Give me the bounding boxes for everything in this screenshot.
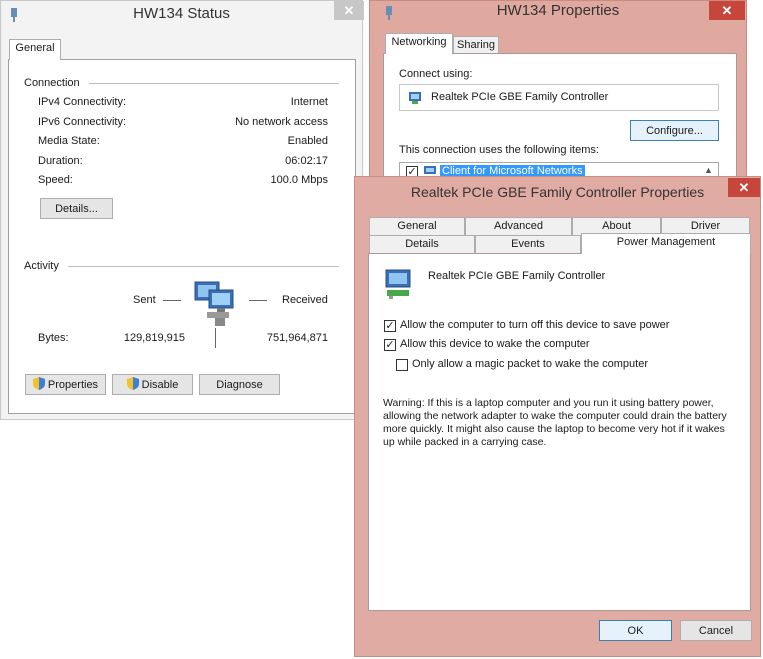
magic-packet-checkbox[interactable]	[396, 359, 408, 371]
properties-window: HW134 Properties ✕ Networking Sharing Co…	[369, 0, 747, 203]
adapter-titlebar[interactable]: Realtek PCIe GBE Family Controller Prope…	[355, 177, 760, 207]
bytes-sent-value: 129,819,915	[123, 332, 185, 344]
media-state-value: Enabled	[287, 135, 328, 147]
bytes-label: Bytes:	[38, 332, 69, 344]
tab-details[interactable]: Details	[369, 235, 475, 253]
bytes-received-value: 751,964,871	[266, 332, 328, 344]
details-button[interactable]: Details...	[40, 198, 113, 219]
network-activity-icon	[193, 278, 237, 331]
activity-separator	[68, 266, 339, 267]
received-line	[249, 300, 267, 301]
status-window: HW134 Status ✕ General Connection IPv4 C…	[0, 0, 364, 420]
tab-general[interactable]: General	[9, 39, 61, 60]
status-close-button[interactable]: ✕	[334, 1, 364, 20]
status-window-title: HW134 Status	[133, 5, 230, 22]
cancel-button[interactable]: Cancel	[680, 620, 752, 641]
allow-turn-off-checkbox[interactable]: ✓	[384, 320, 396, 332]
activity-heading: Activity	[24, 260, 59, 272]
adapter-window-title: Realtek PCIe GBE Family Controller Prope…	[410, 184, 705, 200]
connect-using-label: Connect using:	[399, 68, 473, 80]
close-icon: ✕	[721, 2, 733, 18]
network-adapter-icon	[408, 91, 422, 108]
tab-power-management[interactable]: Power Management	[581, 233, 751, 254]
status-panel: Connection IPv4 Connectivity: Internet I…	[8, 59, 356, 414]
warning-text: Warning: If this is a laptop computer an…	[383, 397, 727, 448]
duration-label: Duration:	[38, 155, 83, 167]
disable-button[interactable]: Disable	[112, 374, 193, 395]
ipv6-label: IPv6 Connectivity:	[38, 116, 127, 128]
diagnose-button[interactable]: Diagnose	[199, 374, 280, 395]
close-icon: ✕	[343, 2, 355, 18]
speed-label: Speed:	[38, 174, 73, 186]
scroll-up-icon[interactable]: ▲	[704, 165, 713, 175]
configure-button[interactable]: Configure...	[630, 120, 719, 141]
tab-sharing[interactable]: Sharing	[453, 36, 499, 54]
speed-value: 100.0 Mbps	[270, 174, 328, 186]
properties-button[interactable]: Properties	[25, 374, 106, 395]
allow-wake-label[interactable]: Allow this device to wake the computer	[400, 338, 590, 350]
sent-label: Sent	[133, 294, 156, 306]
allow-turn-off-label[interactable]: Allow the computer to turn off this devi…	[400, 319, 669, 331]
ipv4-label: IPv4 Connectivity:	[38, 96, 127, 108]
power-management-panel: Realtek PCIe GBE Family Controller ✓ All…	[368, 253, 751, 611]
connection-separator	[89, 83, 339, 84]
disable-button-label: Disable	[141, 378, 179, 391]
items-label: This connection uses the following items…	[399, 144, 599, 156]
connection-heading: Connection	[24, 77, 80, 89]
magic-packet-label[interactable]: Only allow a magic packet to wake the co…	[412, 358, 648, 370]
adapter-field: Realtek PCIe GBE Family Controller	[399, 84, 719, 111]
sent-line	[163, 300, 181, 301]
properties-titlebar[interactable]: HW134 Properties ✕	[370, 1, 746, 31]
ipv4-value: Internet	[290, 96, 328, 108]
media-state-label: Media State:	[38, 135, 100, 147]
adapter-properties-window: Realtek PCIe GBE Family Controller Prope…	[354, 176, 761, 657]
tab-events[interactable]: Events	[475, 235, 581, 253]
adapter-close-button[interactable]: ✕	[728, 178, 760, 197]
tab-advanced[interactable]: Advanced	[465, 217, 572, 235]
ok-button[interactable]: OK	[599, 620, 672, 641]
network-adapter-icon	[383, 268, 415, 303]
properties-button-label: Properties	[47, 378, 99, 391]
device-name: Realtek PCIe GBE Family Controller	[428, 270, 606, 282]
status-titlebar[interactable]: HW134 Status ✕	[1, 1, 364, 31]
tab-general[interactable]: General	[369, 217, 465, 235]
properties-close-button[interactable]: ✕	[709, 1, 745, 20]
adapter-name: Realtek PCIe GBE Family Controller	[431, 91, 609, 103]
properties-window-title: HW134 Properties	[496, 2, 620, 19]
duration-value: 06:02:17	[285, 155, 328, 167]
bytes-divider	[215, 328, 216, 348]
close-icon: ✕	[738, 179, 750, 195]
received-label: Received	[282, 294, 328, 306]
shield-icon	[126, 376, 142, 393]
allow-wake-checkbox[interactable]: ✓	[384, 339, 396, 351]
shield-icon	[32, 376, 48, 393]
ipv6-value: No network access	[235, 116, 328, 128]
tab-networking[interactable]: Networking	[385, 33, 453, 54]
